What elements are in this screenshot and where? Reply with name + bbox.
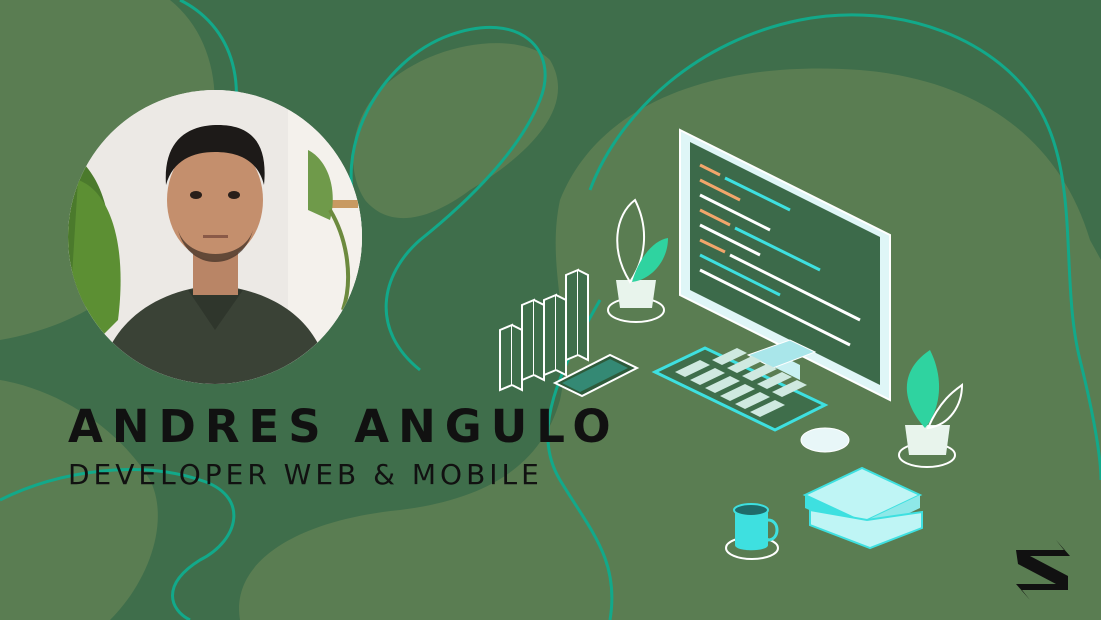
profile-banner: ANDRES ANGULO DEVELOPER WEB & MOBILE xyxy=(0,0,1101,620)
coffee-mug-icon xyxy=(725,503,779,560)
brand-logo xyxy=(1016,540,1070,600)
mouse-icon xyxy=(800,427,850,453)
books-icon xyxy=(802,466,923,550)
smartphone-icon xyxy=(552,353,640,398)
plant-icon xyxy=(898,350,964,468)
plant-icon xyxy=(607,198,668,323)
keyboard-icon xyxy=(651,346,829,432)
workspace-illustration xyxy=(499,128,964,560)
